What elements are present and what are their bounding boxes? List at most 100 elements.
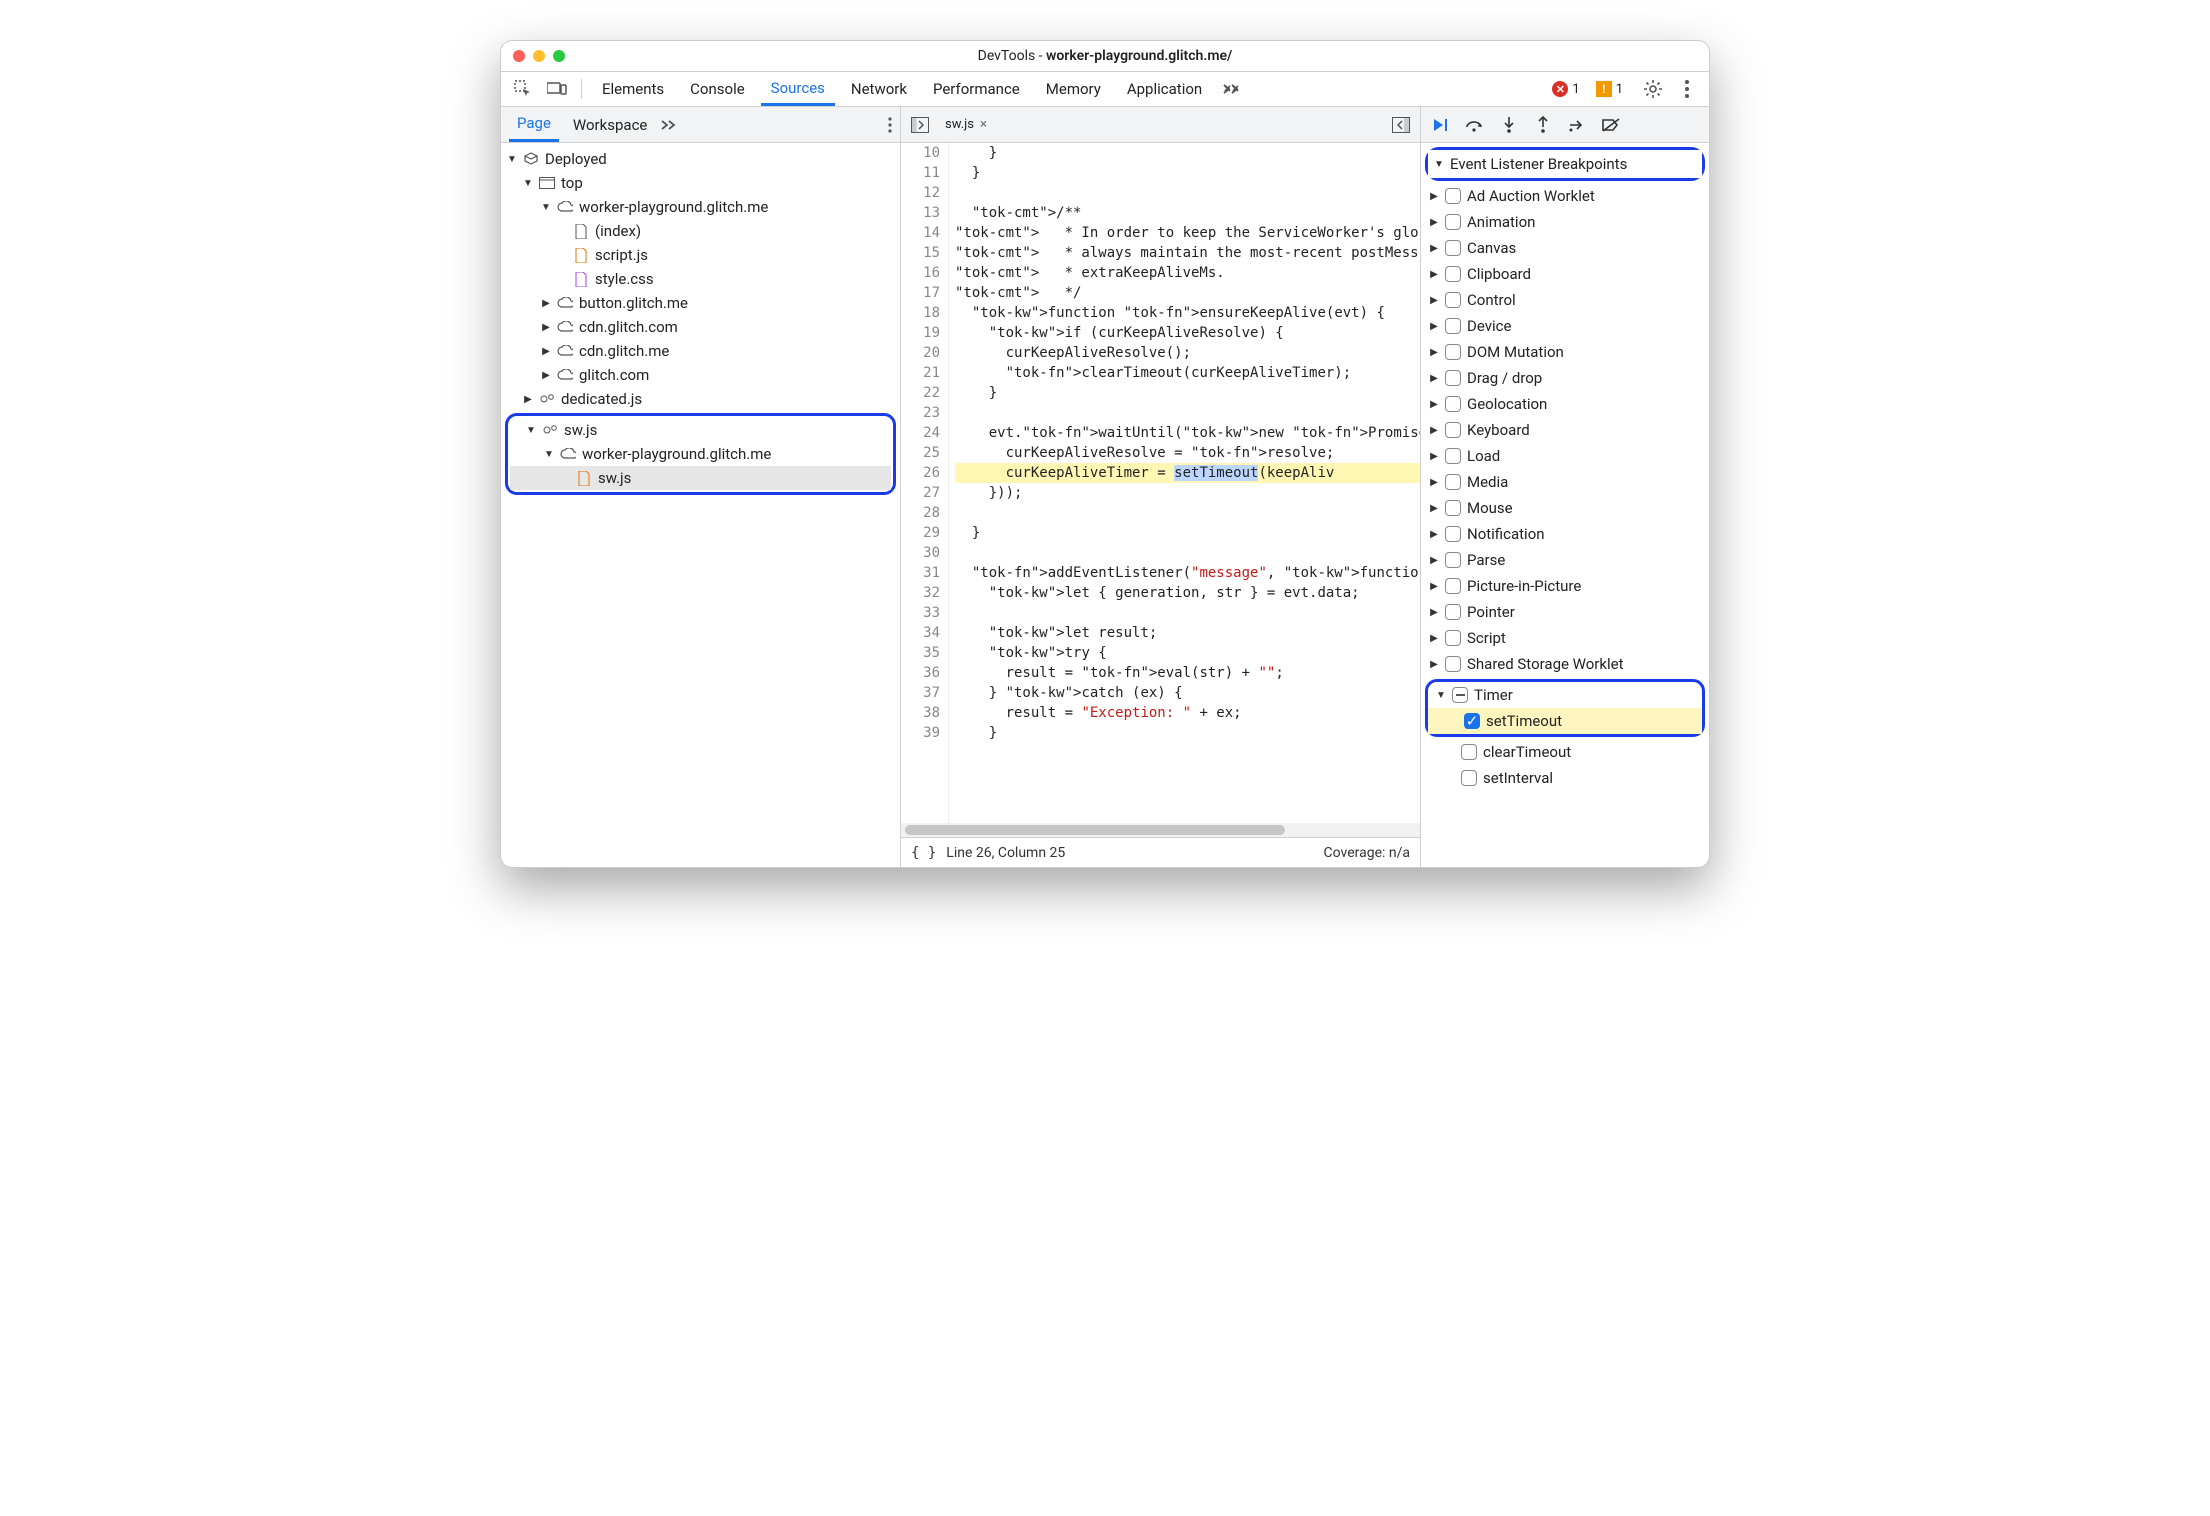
device-toolbar-icon[interactable]	[543, 75, 571, 103]
tree-sw-origin[interactable]: ▼ worker-playground.glitch.me	[510, 442, 891, 466]
bp-category[interactable]: ▶Parse	[1421, 547, 1709, 573]
checkbox-icon[interactable]	[1445, 318, 1461, 334]
bp-category[interactable]: ▶Keyboard	[1421, 417, 1709, 443]
deactivate-breakpoints-icon[interactable]	[1595, 111, 1627, 139]
resume-icon[interactable]	[1425, 111, 1457, 139]
tree-origin-glitch[interactable]: ▶ glitch.com	[501, 363, 900, 387]
tree-deployed[interactable]: ▼ Deployed	[501, 147, 900, 171]
subtab-page[interactable]: Page	[509, 107, 559, 142]
minimize-window-button[interactable]	[533, 50, 545, 62]
bp-category[interactable]: ▶Script	[1421, 625, 1709, 651]
bp-category[interactable]: ▶DOM Mutation	[1421, 339, 1709, 365]
tree-sw-file[interactable]: sw.js	[510, 466, 891, 490]
bp-category[interactable]: ▶Shared Storage Worklet	[1421, 651, 1709, 677]
editor-tab-swjs[interactable]: sw.js ×	[939, 112, 993, 138]
tree-origin-button[interactable]: ▶ button.glitch.me	[501, 291, 900, 315]
checkbox-icon[interactable]	[1461, 744, 1477, 760]
checkbox-icon[interactable]	[1445, 656, 1461, 672]
checkbox-indeterminate-icon[interactable]	[1452, 687, 1468, 703]
bp-category[interactable]: ▶Canvas	[1421, 235, 1709, 261]
tree-origin-cdn1[interactable]: ▶ cdn.glitch.com	[501, 315, 900, 339]
bp-category[interactable]: ▶Picture-in-Picture	[1421, 573, 1709, 599]
tree-top[interactable]: ▼ top	[501, 171, 900, 195]
tree-origin-main[interactable]: ▼ worker-playground.glitch.me	[501, 195, 900, 219]
tree-file-scriptjs[interactable]: script.js	[501, 243, 900, 267]
tab-console[interactable]: Console	[680, 72, 755, 106]
checkbox-icon[interactable]	[1445, 370, 1461, 386]
tree-file-index[interactable]: (index)	[501, 219, 900, 243]
zoom-window-button[interactable]	[553, 50, 565, 62]
close-window-button[interactable]	[513, 50, 525, 62]
bp-settimeout[interactable]: ✓setTimeout	[1428, 708, 1702, 734]
step-over-icon[interactable]	[1459, 111, 1491, 139]
bp-category[interactable]: ▶Control	[1421, 287, 1709, 313]
error-count-badge[interactable]: ✕ 1	[1552, 81, 1579, 97]
checkbox-icon[interactable]	[1445, 526, 1461, 542]
tab-application[interactable]: Application	[1117, 72, 1212, 106]
code-editor[interactable]: 1011121314151617181920212223242526272829…	[901, 143, 1420, 823]
checkbox-icon[interactable]	[1445, 630, 1461, 646]
css-file-icon	[573, 271, 589, 287]
settings-icon[interactable]	[1639, 75, 1667, 103]
checkbox-icon[interactable]	[1445, 214, 1461, 230]
subtab-more-button[interactable]	[661, 118, 677, 132]
inspect-element-icon[interactable]	[509, 75, 537, 103]
tab-elements[interactable]: Elements	[592, 72, 674, 106]
event-listener-breakpoints-header[interactable]: ▼ Event Listener Breakpoints	[1428, 150, 1702, 178]
checkbox-icon[interactable]	[1445, 292, 1461, 308]
pretty-print-icon[interactable]: { }	[911, 845, 936, 861]
tree-sw-root[interactable]: ▼ sw.js	[510, 418, 891, 442]
checkbox-icon[interactable]	[1445, 500, 1461, 516]
warning-count-badge[interactable]: ! 1	[1596, 81, 1623, 97]
cloud-icon	[560, 446, 576, 462]
checkbox-icon[interactable]	[1445, 578, 1461, 594]
scrollbar-thumb[interactable]	[905, 825, 1285, 835]
step-icon[interactable]	[1561, 111, 1593, 139]
devtools-window: DevTools - worker-playground.glitch.me/ …	[500, 40, 1710, 868]
bp-category[interactable]: ▶Media	[1421, 469, 1709, 495]
checkbox-checked-icon[interactable]: ✓	[1464, 713, 1480, 729]
checkbox-icon[interactable]	[1445, 344, 1461, 360]
checkbox-icon[interactable]	[1445, 552, 1461, 568]
bp-category[interactable]: ▶Device	[1421, 313, 1709, 339]
checkbox-icon[interactable]	[1445, 396, 1461, 412]
tree-file-stylecss[interactable]: style.css	[501, 267, 900, 291]
toggle-navigator-icon[interactable]	[907, 112, 933, 138]
tree-dedicated-worker[interactable]: ▶ dedicated.js	[501, 387, 900, 411]
checkbox-icon[interactable]	[1445, 448, 1461, 464]
close-tab-icon[interactable]: ×	[980, 117, 987, 132]
checkbox-icon[interactable]	[1445, 474, 1461, 490]
bp-timer-child[interactable]: setInterval	[1421, 765, 1709, 791]
tab-memory[interactable]: Memory	[1036, 72, 1111, 106]
checkbox-icon[interactable]	[1445, 604, 1461, 620]
step-into-icon[interactable]	[1493, 111, 1525, 139]
tree-origin-cdn2[interactable]: ▶ cdn.glitch.me	[501, 339, 900, 363]
checkbox-icon[interactable]	[1461, 770, 1477, 786]
checkbox-icon[interactable]	[1445, 266, 1461, 282]
bp-category[interactable]: ▶Drag / drop	[1421, 365, 1709, 391]
bp-category[interactable]: ▶Pointer	[1421, 599, 1709, 625]
kebab-menu-icon[interactable]	[1673, 75, 1701, 103]
bp-category[interactable]: ▶Notification	[1421, 521, 1709, 547]
bp-category[interactable]: ▶Animation	[1421, 209, 1709, 235]
bp-timer-child[interactable]: clearTimeout	[1421, 739, 1709, 765]
tab-network[interactable]: Network	[841, 72, 917, 106]
checkbox-icon[interactable]	[1445, 240, 1461, 256]
horizontal-scrollbar[interactable]	[901, 823, 1420, 837]
bp-category-timer[interactable]: ▼Timer	[1428, 682, 1702, 708]
toggle-debugger-icon[interactable]	[1388, 112, 1414, 138]
bp-category[interactable]: ▶Geolocation	[1421, 391, 1709, 417]
subtab-workspace[interactable]: Workspace	[565, 107, 655, 142]
checkbox-icon[interactable]	[1445, 422, 1461, 438]
tab-sources[interactable]: Sources	[761, 72, 835, 106]
checkbox-icon[interactable]	[1445, 188, 1461, 204]
bp-category[interactable]: ▶Mouse	[1421, 495, 1709, 521]
tab-performance[interactable]: Performance	[923, 72, 1030, 106]
file-tree: ▼ Deployed ▼ top ▼ worker-playground.gli…	[501, 143, 900, 867]
navigator-kebab-icon[interactable]	[888, 117, 892, 133]
bp-category[interactable]: ▶Ad Auction Worklet	[1421, 183, 1709, 209]
more-tabs-button[interactable]	[1218, 75, 1246, 103]
step-out-icon[interactable]	[1527, 111, 1559, 139]
bp-category[interactable]: ▶Load	[1421, 443, 1709, 469]
bp-category[interactable]: ▶Clipboard	[1421, 261, 1709, 287]
